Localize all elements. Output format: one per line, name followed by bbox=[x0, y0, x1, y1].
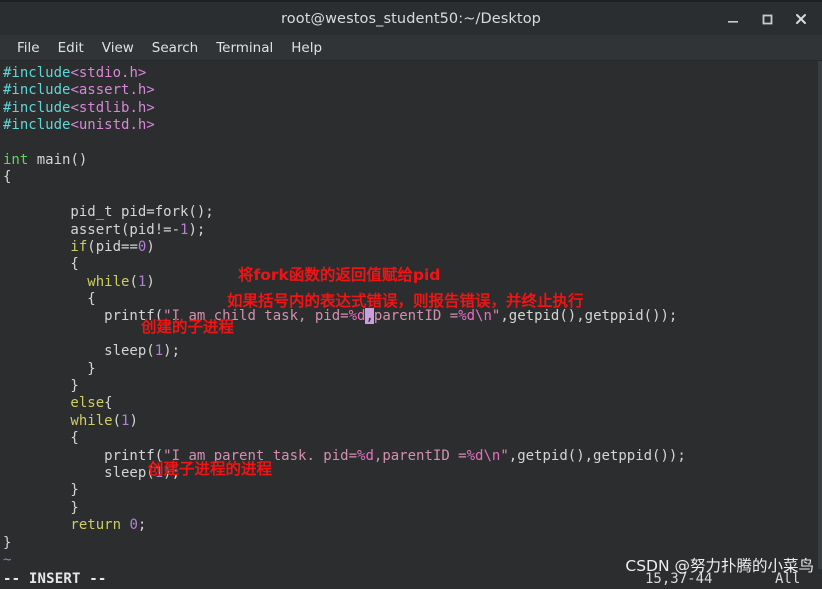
annotation-child-process: 创建的子进程 bbox=[141, 318, 235, 336]
assert-tail: ); bbox=[188, 221, 206, 238]
menu-item-search[interactable]: Search bbox=[143, 38, 207, 58]
code-line: #include<stdlib.h> bbox=[0, 100, 822, 117]
number-literal: 0 bbox=[129, 517, 138, 534]
code-line: pid_t pid=fork(); bbox=[0, 204, 822, 221]
menu-item-terminal[interactable]: Terminal bbox=[207, 38, 282, 58]
include-header: <stdio.h> bbox=[70, 65, 147, 81]
code-line: sleep(1); bbox=[0, 343, 822, 360]
code-line: #include<unistd.h> bbox=[0, 117, 822, 134]
maximize-icon[interactable] bbox=[752, 6, 782, 32]
paren-open: ( bbox=[112, 412, 122, 429]
if-condition: (pid== bbox=[87, 238, 138, 255]
assert-call: assert(pid!=- bbox=[3, 221, 181, 238]
menu-item-view[interactable]: View bbox=[93, 38, 143, 58]
preproc-directive: #include bbox=[3, 82, 71, 99]
code-line: { bbox=[0, 430, 822, 447]
code-line: sleep(1); bbox=[0, 465, 822, 482]
code-line: { bbox=[0, 169, 822, 186]
open-brace: { bbox=[104, 395, 113, 412]
sleep-call: sleep( bbox=[3, 464, 155, 481]
while-keyword: while bbox=[3, 412, 113, 429]
menu-item-help[interactable]: Help bbox=[282, 38, 331, 58]
else-keyword: else bbox=[3, 395, 105, 412]
close-brace: } bbox=[3, 378, 79, 395]
string-literal: ,parentID = bbox=[373, 447, 467, 464]
close-brace: } bbox=[3, 499, 79, 516]
minimize-icon[interactable] bbox=[718, 6, 748, 32]
format-specifier: %d\n bbox=[466, 447, 501, 464]
code-line: } bbox=[0, 378, 822, 395]
title-bar[interactable]: root@westos_student50:~/Desktop bbox=[0, 0, 822, 35]
code-line: #include<stdio.h> bbox=[0, 65, 822, 82]
code-line: if(pid==0) bbox=[0, 239, 822, 256]
annotation-assign-fork: 将fork函数的返回值赋给pid bbox=[238, 266, 441, 284]
paren-open: ( bbox=[129, 273, 138, 290]
close-icon[interactable] bbox=[786, 6, 816, 32]
semicolon: ; bbox=[137, 517, 147, 534]
preproc-directive: #include bbox=[3, 65, 71, 81]
code-line: return 0; bbox=[0, 517, 822, 534]
text-cursor: , bbox=[365, 308, 374, 325]
annotation-parent-process: 创建子进程的进程 bbox=[148, 460, 273, 478]
format-specifier: %d bbox=[357, 447, 374, 464]
include-header: <assert.h> bbox=[70, 82, 155, 99]
printf-call: printf( bbox=[3, 447, 164, 464]
sleep-tail: ); bbox=[163, 343, 181, 360]
paren-close: ) bbox=[129, 412, 138, 429]
format-specifier: %d bbox=[348, 308, 366, 325]
if-tail: ) bbox=[146, 238, 155, 255]
csdn-watermark: CSDN @努力扑腾的小菜鸟 bbox=[625, 556, 814, 575]
window-controls bbox=[718, 2, 816, 35]
printf-args: ,getpid(),getppid()); bbox=[500, 308, 678, 325]
close-brace: } bbox=[3, 534, 12, 551]
format-specifier: %d\n bbox=[458, 308, 492, 325]
string-literal: parentID = bbox=[373, 308, 459, 325]
printf-args: ,getpid(),getppid()); bbox=[508, 447, 686, 464]
preproc-directive: #include bbox=[3, 117, 71, 134]
code-line: printf("I am parent task. pid=%d,parentI… bbox=[0, 448, 822, 465]
open-brace: { bbox=[3, 169, 12, 186]
code-line: else{ bbox=[0, 395, 822, 412]
return-keyword: return bbox=[3, 517, 130, 534]
code-line: assert(pid!=-1); bbox=[0, 222, 822, 239]
open-brace: { bbox=[3, 430, 79, 447]
function-signature: main() bbox=[28, 151, 88, 168]
include-header: <unistd.h> bbox=[70, 117, 155, 134]
pid-declaration: pid_t pid=fork(); bbox=[3, 204, 214, 221]
code-line: } bbox=[0, 482, 822, 499]
terminal-window: root@westos_student50:~/Desktop File Edi… bbox=[0, 0, 822, 589]
while-keyword: while bbox=[3, 273, 130, 290]
menu-item-file[interactable]: File bbox=[8, 38, 49, 58]
include-header: <stdlib.h> bbox=[70, 99, 155, 116]
code-line: while(1) bbox=[0, 413, 822, 430]
code-line: int main() bbox=[0, 152, 822, 169]
close-brace: } bbox=[3, 360, 96, 377]
close-brace: } bbox=[3, 482, 79, 499]
status-mode-indicator: -- INSERT -- bbox=[3, 570, 107, 587]
code-line: #include<assert.h> bbox=[0, 82, 822, 99]
open-brace: { bbox=[3, 291, 96, 308]
type-keyword: int bbox=[3, 151, 29, 168]
menu-item-edit[interactable]: Edit bbox=[49, 38, 93, 58]
vim-editor-buffer[interactable]: #include<stdio.h> #include<assert.h> #in… bbox=[0, 61, 822, 589]
code-line: } bbox=[0, 535, 822, 552]
quote: " bbox=[500, 447, 509, 464]
code-line: } bbox=[0, 500, 822, 517]
printf-call: printf( bbox=[3, 308, 164, 325]
code-line: printf("I am child task, pid=%d,parentID… bbox=[0, 308, 822, 325]
window-title: root@westos_student50:~/Desktop bbox=[281, 10, 541, 27]
paren-close: ) bbox=[146, 273, 155, 290]
number-literal: 1 bbox=[154, 343, 164, 360]
open-brace: { bbox=[3, 256, 79, 273]
preproc-directive: #include bbox=[3, 99, 71, 116]
menu-bar: File Edit View Search Terminal Help bbox=[0, 35, 822, 61]
annotation-assert-explain: 如果括号内的表达式错误，则报告错误，并终止执行 bbox=[227, 292, 584, 310]
code-line: } bbox=[0, 361, 822, 378]
if-keyword: if bbox=[3, 238, 88, 255]
tilde-filler: ~ bbox=[3, 551, 12, 568]
sleep-call: sleep( bbox=[3, 343, 155, 360]
